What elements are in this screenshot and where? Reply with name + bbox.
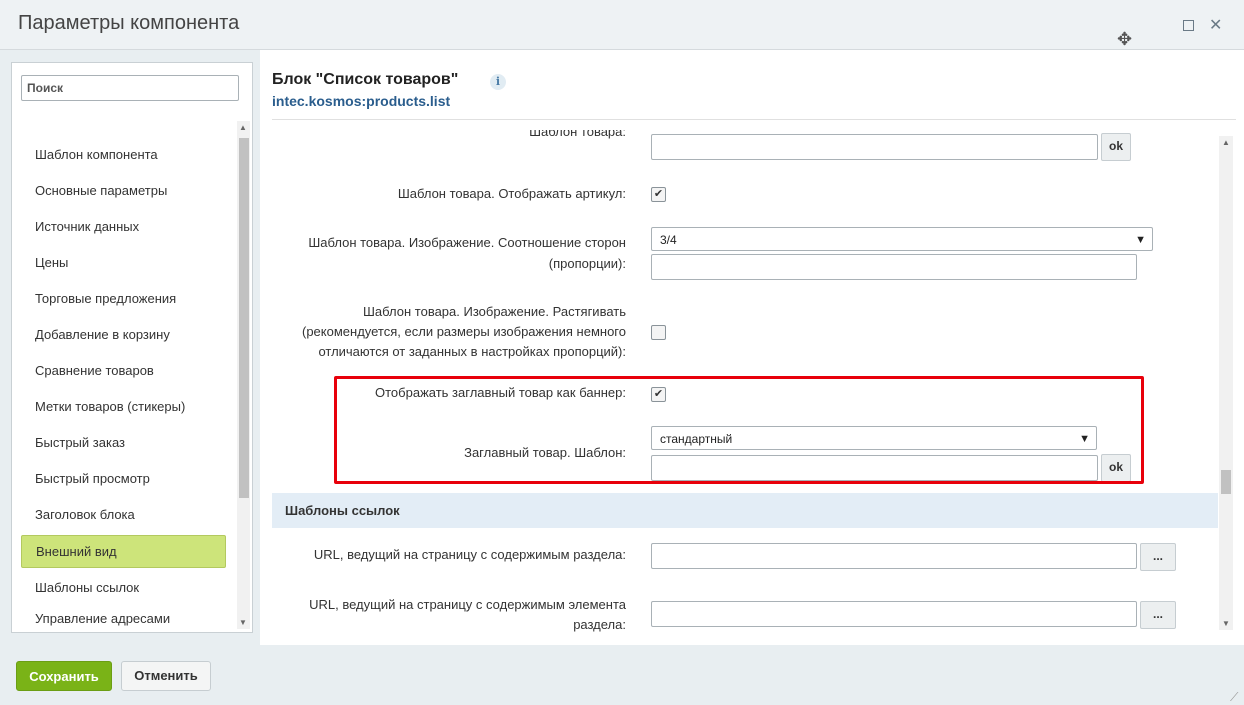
sidebar-item-stickers[interactable]: Метки товаров (стикеры) <box>21 389 226 425</box>
section-url-browse-button[interactable]: ... <box>1140 543 1176 571</box>
section-url-label: URL, ведущий на страницу с содержимым ра… <box>313 547 626 562</box>
product-template-ok-button[interactable]: ok <box>1101 133 1131 161</box>
section-link-templates: Шаблоны ссылок <box>272 493 1218 528</box>
main-scroll-thumb[interactable] <box>1221 470 1231 494</box>
sidebar-scrollbar[interactable]: ▲ ▼ <box>237 121 250 629</box>
main-scrollbar[interactable]: ▲ ▼ <box>1219 136 1233 630</box>
aspect-label-line1: Шаблон товара. Изображение. Соотношение … <box>308 235 626 250</box>
partial-label: Шаблон товара: <box>529 130 626 139</box>
sidebar: Шаблон компонента Основные параметры Ист… <box>11 62 253 633</box>
sidebar-item-address-management[interactable]: Управление адресами <box>21 606 226 632</box>
element-url-input[interactable] <box>651 601 1137 627</box>
sidebar-item-offers[interactable]: Торговые предложения <box>21 281 226 317</box>
aspect-ratio-input[interactable] <box>651 254 1137 280</box>
footer: Сохранить Отменить <box>0 645 1244 705</box>
save-button[interactable]: Сохранить <box>16 661 112 691</box>
aspect-ratio-select[interactable]: 3/4 ▼ <box>651 227 1153 251</box>
info-icon[interactable]: i <box>490 74 506 90</box>
sidebar-list: Шаблон компонента Основные параметры Ист… <box>21 137 226 632</box>
stretch-checkbox[interactable] <box>651 325 666 340</box>
sidebar-item-prices[interactable]: Цены <box>21 245 226 281</box>
sidebar-item-quick-view[interactable]: Быстрый просмотр <box>21 461 226 497</box>
scroll-down-icon[interactable]: ▼ <box>1222 619 1230 628</box>
element-url-label-line2: раздела: <box>573 617 626 632</box>
sidebar-item-link-templates[interactable]: Шаблоны ссылок <box>21 570 226 606</box>
block-title: Блок "Список товаров" <box>272 71 459 88</box>
block-code: intec.kosmos:products.list <box>272 93 451 109</box>
main-panel: Блок "Список товаров" i intec.kosmos:pro… <box>260 50 1244 645</box>
scroll-up-icon[interactable]: ▲ <box>239 123 247 132</box>
sidebar-item-data-source[interactable]: Источник данных <box>21 209 226 245</box>
sidebar-item-block-header[interactable]: Заголовок блока <box>21 497 226 533</box>
stretch-label-line2: (рекомендуется, если размеры изображения… <box>302 324 626 339</box>
search-input[interactable] <box>21 75 239 101</box>
section-url-input[interactable] <box>651 543 1137 569</box>
highlight-box <box>334 376 1144 484</box>
product-template-input[interactable] <box>651 134 1098 160</box>
sidebar-item-basic-params[interactable]: Основные параметры <box>21 173 226 209</box>
sidebar-item-compare[interactable]: Сравнение товаров <box>21 353 226 389</box>
window-title: Параметры компонента <box>18 12 240 34</box>
maximize-icon[interactable] <box>1183 20 1194 31</box>
window-titlebar: Параметры компонента ✥ ✕ <box>0 0 1244 50</box>
settings-content: Шаблон товара: ok Шаблон товара. Отображ… <box>272 130 1218 645</box>
stretch-label-line1: Шаблон товара. Изображение. Растягивать <box>363 304 626 319</box>
scroll-down-icon[interactable]: ▼ <box>239 618 247 627</box>
aspect-ratio-value: 3/4 <box>660 233 677 247</box>
stretch-label-line3: отличаются от заданных в настройках проп… <box>318 344 626 359</box>
sidebar-item-appearance[interactable]: Внешний вид <box>21 535 226 568</box>
resize-handle-icon[interactable]: ⟋ <box>1230 690 1238 705</box>
element-url-label-line1: URL, ведущий на страницу с содержимым эл… <box>309 597 626 612</box>
element-url-browse-button[interactable]: ... <box>1140 601 1176 629</box>
cancel-button[interactable]: Отменить <box>121 661 211 691</box>
close-icon[interactable]: ✕ <box>1209 15 1222 35</box>
show-article-label: Шаблон товара. Отображать артикул: <box>397 186 626 201</box>
chevron-down-icon: ▼ <box>1135 234 1146 246</box>
scroll-up-icon[interactable]: ▲ <box>1222 138 1230 147</box>
aspect-label-line2: (пропорции): <box>548 256 626 271</box>
show-article-checkbox[interactable]: ✔ <box>651 187 666 202</box>
sidebar-item-add-to-cart[interactable]: Добавление в корзину <box>21 317 226 353</box>
header-divider <box>272 119 1236 120</box>
sidebar-item-component-template[interactable]: Шаблон компонента <box>21 137 226 173</box>
move-icon[interactable]: ✥ <box>1117 29 1132 50</box>
sidebar-scroll-thumb[interactable] <box>239 138 249 498</box>
sidebar-item-quick-order[interactable]: Быстрый заказ <box>21 425 226 461</box>
